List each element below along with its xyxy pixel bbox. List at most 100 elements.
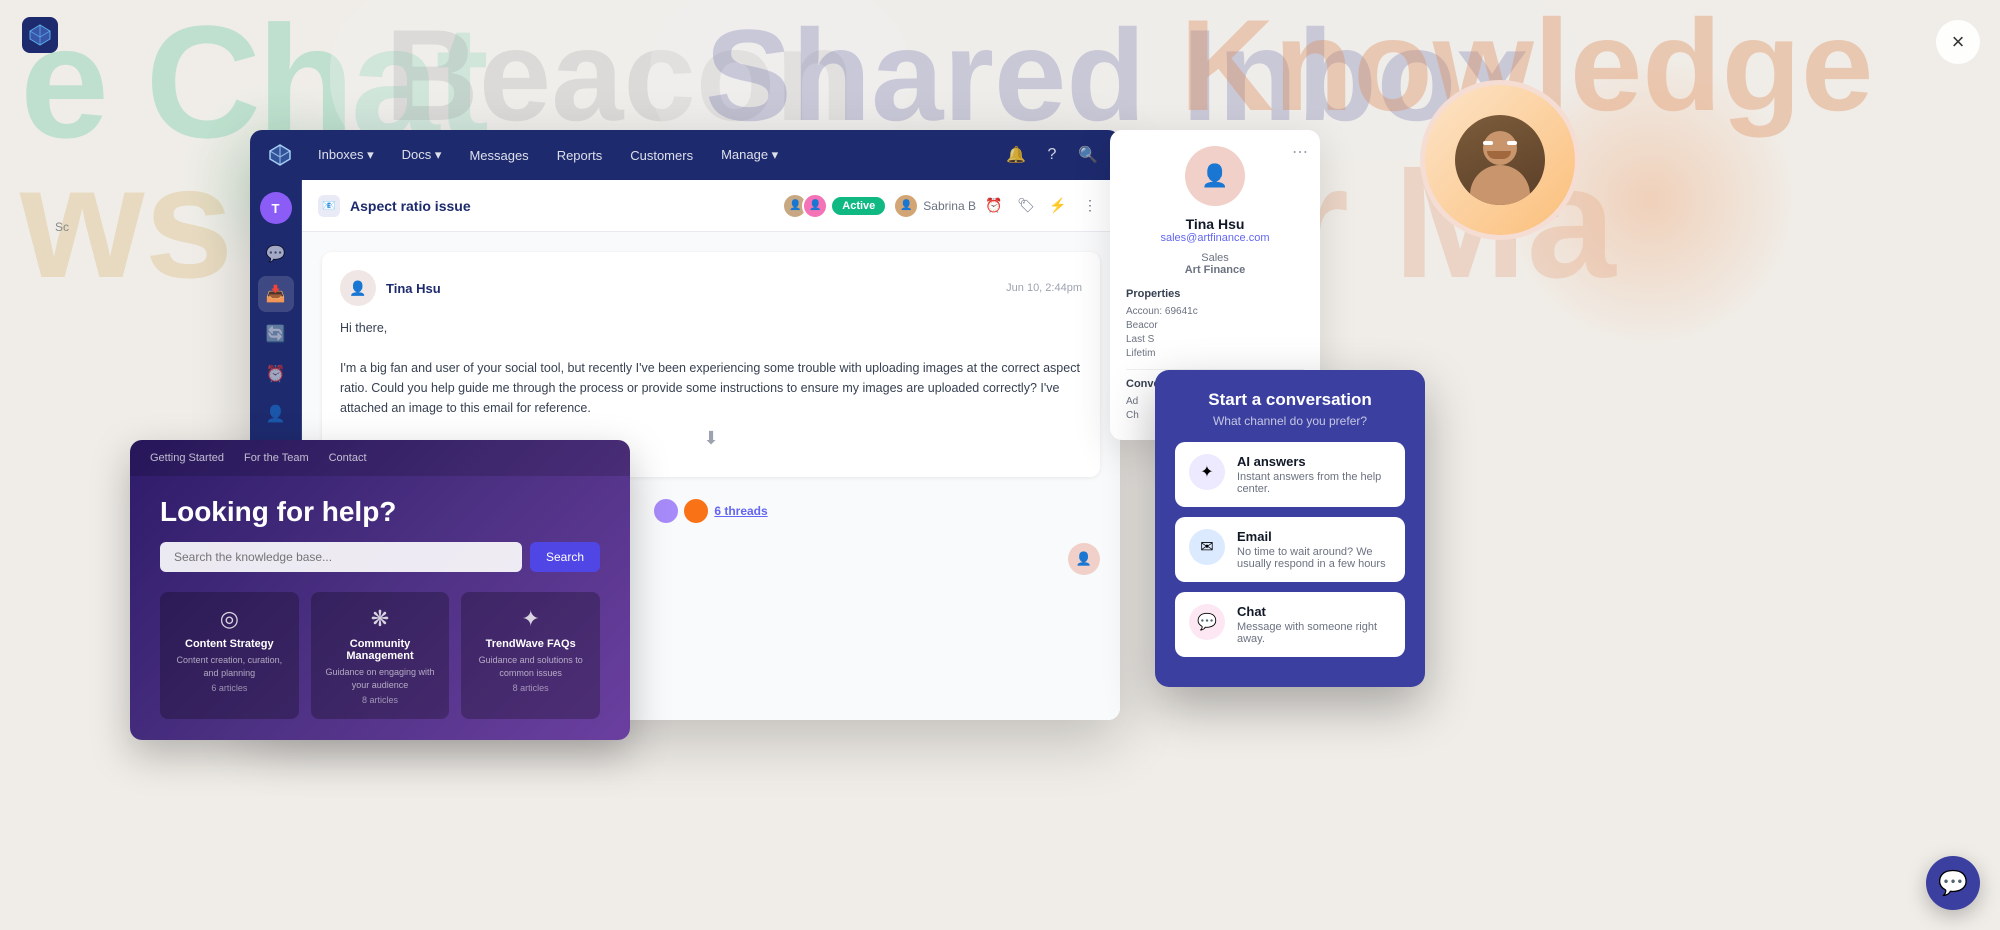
chat-channel-name: Chat	[1237, 604, 1391, 619]
ai-channel-info: AI answers Instant answers from the help…	[1237, 454, 1391, 495]
properties-section: Properties Accoun: 69641c Beacor Last S …	[1126, 288, 1304, 359]
app-logo-area	[22, 17, 58, 58]
sidebar-avatar[interactable]: T	[260, 192, 292, 224]
sidebar-icon-clock[interactable]: ⏰	[258, 356, 294, 392]
close-button[interactable]: ×	[1936, 20, 1980, 64]
contact-more-icon[interactable]: ⋯	[1292, 142, 1308, 162]
thread-avatar-1	[654, 499, 678, 523]
msg-header: 👤 Tina Hsu Jun 10, 2:44pm	[340, 270, 1082, 306]
start-conv-subtitle: What channel do you prefer?	[1175, 414, 1405, 428]
help-cards: ◎ Content Strategy Content creation, cur…	[160, 592, 600, 719]
sidebar-icon-inbox[interactable]: 📥	[258, 276, 294, 312]
properties-label: Properties	[1126, 288, 1304, 300]
msg-sender-avatar: 👤	[340, 270, 376, 306]
contact-company: Art Finance	[1126, 264, 1304, 276]
help-center-body: Looking for help? Search ◎ Content Strat…	[130, 476, 630, 739]
chat-channel-info: Chat Message with someone right away.	[1237, 604, 1391, 645]
more-action[interactable]: ⋮	[1076, 192, 1104, 220]
ai-channel-desc: Instant answers from the help center.	[1237, 471, 1391, 495]
help-card-title-1: Community Management	[321, 638, 440, 662]
ai-channel-name: AI answers	[1237, 454, 1391, 469]
assigned-avatar: 👤	[893, 193, 919, 219]
help-card-count-2: 8 articles	[471, 683, 590, 693]
start-conversation-modal: Start a conversation What channel do you…	[1155, 370, 1425, 687]
chat-icon-wrap: 💬	[1189, 604, 1225, 640]
msg-sender-name: Tina Hsu	[386, 281, 441, 296]
msg-body: Hi there, I'm a big fan and user of your…	[340, 318, 1082, 418]
lifetime-row: Lifetim	[1126, 348, 1304, 359]
assignee-avatar-2: 👤	[802, 193, 828, 219]
status-badge: Active	[832, 197, 885, 215]
help-card-2: ✦ TrendWave FAQs Guidance and solutions …	[461, 592, 600, 719]
assigned-label: Sabrina B	[923, 199, 976, 213]
threads-link[interactable]: 6 threads	[714, 504, 767, 518]
nav-manage[interactable]: Manage ▾	[709, 141, 790, 169]
hero-avatar	[1420, 80, 1580, 240]
last-seen-row: Last S	[1126, 334, 1304, 345]
tag-action[interactable]: 🏷	[1012, 192, 1040, 220]
hero-avatar-inner	[1425, 85, 1575, 235]
help-card-count-0: 6 articles	[170, 683, 289, 693]
nav-customers[interactable]: Customers	[618, 142, 705, 169]
contact-avatar: 👤	[1185, 146, 1245, 206]
sidebar-icon-user[interactable]: 👤	[258, 396, 294, 432]
chat-fab-button[interactable]: 💬	[1926, 856, 1980, 910]
help-search-button[interactable]: Search	[530, 542, 600, 572]
nav-inboxes[interactable]: Inboxes ▾	[306, 141, 386, 169]
search-icon[interactable]: 🔍	[1072, 139, 1104, 171]
conv-assignee-avatars: 👤 👤	[782, 193, 828, 219]
thread-avatar-2	[684, 499, 708, 523]
help-search-input[interactable]	[160, 542, 522, 572]
sidebar-icon-refresh[interactable]: 🔄	[258, 316, 294, 352]
email-icon: ✉	[1200, 537, 1213, 557]
app-logo-svg	[22, 17, 58, 53]
start-conv-title: Start a conversation	[1175, 390, 1405, 410]
channel-email[interactable]: ✉ Email No time to wait around? We usual…	[1175, 517, 1405, 582]
conv-header: 📧 Aspect ratio issue 👤 👤 Active 👤 Sabrin…	[302, 180, 1120, 232]
email-channel-desc: No time to wait around? We usually respo…	[1237, 546, 1391, 570]
help-card-desc-1: Guidance on engaging with your audience	[321, 666, 440, 691]
msg-content: I'm a big fan and user of your social to…	[340, 358, 1082, 418]
nav-docs[interactable]: Docs ▾	[390, 141, 454, 169]
notification-icon[interactable]: 🔔	[1000, 139, 1032, 171]
conv-header-actions: ⏰ 🏷 ⚡ ⋮	[980, 192, 1104, 220]
help-card-title-2: TrendWave FAQs	[471, 638, 590, 650]
chat-channel-desc: Message with someone right away.	[1237, 621, 1391, 645]
beacon-row: Beacor	[1126, 320, 1304, 331]
channel-chat[interactable]: 💬 Chat Message with someone right away.	[1175, 592, 1405, 657]
account-id-row: Accoun: 69641c	[1126, 306, 1304, 317]
channel-ai[interactable]: ✦ AI answers Instant answers from the he…	[1175, 442, 1405, 507]
ai-icon: ✦	[1200, 462, 1213, 482]
email-channel-info: Email No time to wait around? We usually…	[1237, 529, 1391, 570]
bolt-action[interactable]: ⚡	[1044, 192, 1072, 220]
help-card-1: ❋ Community Management Guidance on engag…	[311, 592, 450, 719]
help-card-icon-0: ◎	[170, 606, 289, 632]
help-nav-contact[interactable]: Contact	[329, 452, 367, 464]
help-nav-for-team[interactable]: For the Team	[244, 452, 309, 464]
bg-ws-text: ws	[20, 130, 233, 314]
contact-role: Sales	[1126, 252, 1304, 264]
help-nav-getting-started[interactable]: Getting Started	[150, 452, 224, 464]
nav-icons: 🔔 ? 🔍	[1000, 139, 1104, 171]
app-nav: Inboxes ▾ Docs ▾ Messages Reports Custom…	[250, 130, 1120, 180]
msg-time: Jun 10, 2:44pm	[1006, 282, 1082, 294]
help-search-row: Search	[160, 542, 600, 572]
contact-email[interactable]: sales@artfinance.com	[1126, 232, 1304, 244]
email-channel-name: Email	[1237, 529, 1391, 544]
email-icon-wrap: ✉	[1189, 529, 1225, 565]
help-card-desc-0: Content creation, curation, and planning	[170, 654, 289, 679]
help-icon[interactable]: ?	[1036, 139, 1068, 171]
conv-title: Aspect ratio issue	[350, 198, 471, 214]
sidebar-icon-chat[interactable]: 💬	[258, 236, 294, 272]
nav-messages[interactable]: Messages	[457, 142, 540, 169]
help-card-desc-2: Guidance and solutions to common issues	[471, 654, 590, 679]
sc-label: Sc	[55, 220, 69, 234]
help-center-nav: Getting Started For the Team Contact	[130, 440, 630, 476]
clock-action[interactable]: ⏰	[980, 192, 1008, 220]
contact-name: Tina Hsu	[1126, 216, 1304, 232]
ai-icon-wrap: ✦	[1189, 454, 1225, 490]
help-card-count-1: 8 articles	[321, 695, 440, 705]
help-card-icon-2: ✦	[471, 606, 590, 632]
msg-greeting: Hi there,	[340, 318, 1082, 338]
nav-reports[interactable]: Reports	[545, 142, 615, 169]
